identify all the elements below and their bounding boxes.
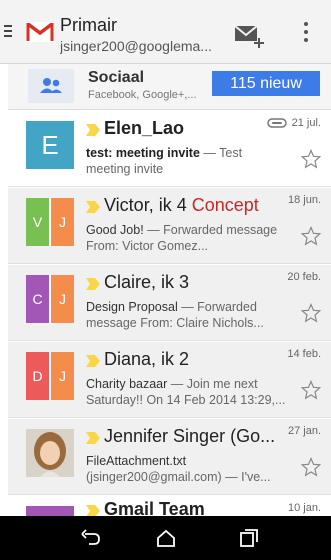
people-icon [28, 69, 74, 103]
important-marker-icon[interactable] [86, 432, 100, 444]
mail-item-diana[interactable]: D J Diana, ik 2 14 feb. Charity bazaar —… [8, 342, 331, 418]
recents-icon[interactable] [238, 527, 260, 549]
sender: Claire, ik [104, 272, 175, 292]
mail-item-claire[interactable]: C J Claire, ik 3 20 feb. Design Proposal… [8, 265, 331, 341]
mail-item-jennifer[interactable]: Jennifer Singer (Go... 27 jan. FileAttac… [8, 419, 331, 495]
avatar: C J [26, 275, 74, 323]
subject-line: Design Proposal — Forwarded message From… [86, 299, 286, 331]
mail-item-victor[interactable]: V J Victor, ik 4 Concept 18 jun. Good Jo… [8, 188, 331, 264]
subject-line: FileAttachment.txt (jsinger200@gmail.com… [86, 453, 286, 485]
snippet: (jsinger200@gmail.com) — I've... [86, 470, 271, 484]
avatar: E [26, 121, 74, 169]
overflow-menu-icon[interactable] [303, 22, 309, 44]
sender: Diana, ik [104, 349, 175, 369]
account-email[interactable]: jsinger200@googlema... [60, 38, 220, 54]
subject: test: meeting invite [86, 146, 200, 160]
subject: Charity bazaar [86, 377, 168, 391]
avatar: D J [26, 352, 74, 400]
compose-mail-icon[interactable] [234, 22, 266, 50]
mail-item-elen[interactable]: E Elen_Lao 21 jul. test: meeting invite … [8, 111, 331, 187]
sender: Elen_Lao [104, 118, 185, 138]
subject-line: Good Job! — Forwarded message From: Vict… [86, 222, 286, 254]
avatar-letter: J [49, 275, 74, 323]
action-bar: Primair jsinger200@googlema... [0, 0, 331, 64]
important-marker-icon[interactable] [86, 355, 100, 367]
subject: Design Proposal [86, 300, 178, 314]
mail-date: 18 jun. [287, 194, 321, 206]
person-photo [26, 429, 74, 477]
important-marker-icon[interactable] [86, 278, 100, 290]
important-marker-icon[interactable] [86, 201, 100, 213]
social-category-row[interactable]: Sociaal Facebook, Google+,... 115 nieuw [8, 64, 331, 110]
back-icon[interactable] [80, 527, 102, 549]
star-icon[interactable] [301, 226, 321, 246]
social-title: Sociaal [88, 69, 145, 86]
avatar-letter: J [49, 352, 74, 400]
avatar-letter: V [26, 198, 49, 246]
hamburger-icon[interactable] [4, 25, 12, 39]
sender: Victor, ik [104, 195, 172, 215]
star-icon[interactable] [301, 149, 321, 169]
social-subtitle: Facebook, Google+,... [88, 89, 197, 101]
star-icon[interactable] [301, 303, 321, 323]
subject-line: test: meeting invite — Test meeting invi… [86, 145, 286, 177]
mail-date: 21 jul. [291, 117, 321, 129]
avatar: V J [26, 198, 74, 246]
sender-line: Claire, ik 3 [104, 272, 189, 293]
subject: Good Job! [86, 223, 144, 237]
star-icon[interactable] [301, 457, 321, 477]
thread-count: 4 [176, 195, 187, 215]
sender-line: Victor, ik 4 Concept [104, 195, 259, 216]
thread-count: 3 [179, 272, 190, 292]
mail-date: 14 feb. [287, 348, 321, 360]
thread-count: 2 [179, 349, 190, 369]
avatar-letter: D [26, 352, 49, 400]
star-icon[interactable] [301, 380, 321, 400]
sender: Jennifer Singer (Go... [104, 426, 276, 446]
mail-date: 10 jan. [287, 502, 321, 514]
draft-flag: Concept [191, 195, 259, 215]
subject: FileAttachment.txt [86, 454, 187, 468]
attachment-icon [267, 118, 287, 128]
subject-line: Charity bazaar — Join me next Saturday!!… [86, 376, 286, 408]
gmail-logo-icon[interactable] [26, 22, 54, 42]
avatar-letter: C [26, 275, 49, 323]
navigation-bar [0, 516, 331, 560]
account-title[interactable]: Primair [60, 15, 117, 36]
mail-date: 20 feb. [287, 271, 321, 283]
important-marker-icon[interactable] [86, 124, 100, 136]
avatar-letter: J [49, 198, 74, 246]
home-icon[interactable] [155, 527, 177, 549]
avatar [26, 429, 74, 477]
sender-line: Diana, ik 2 [104, 349, 189, 370]
new-count-badge[interactable]: 115 nieuw [212, 71, 320, 96]
mail-date: 27 jan. [287, 425, 321, 437]
